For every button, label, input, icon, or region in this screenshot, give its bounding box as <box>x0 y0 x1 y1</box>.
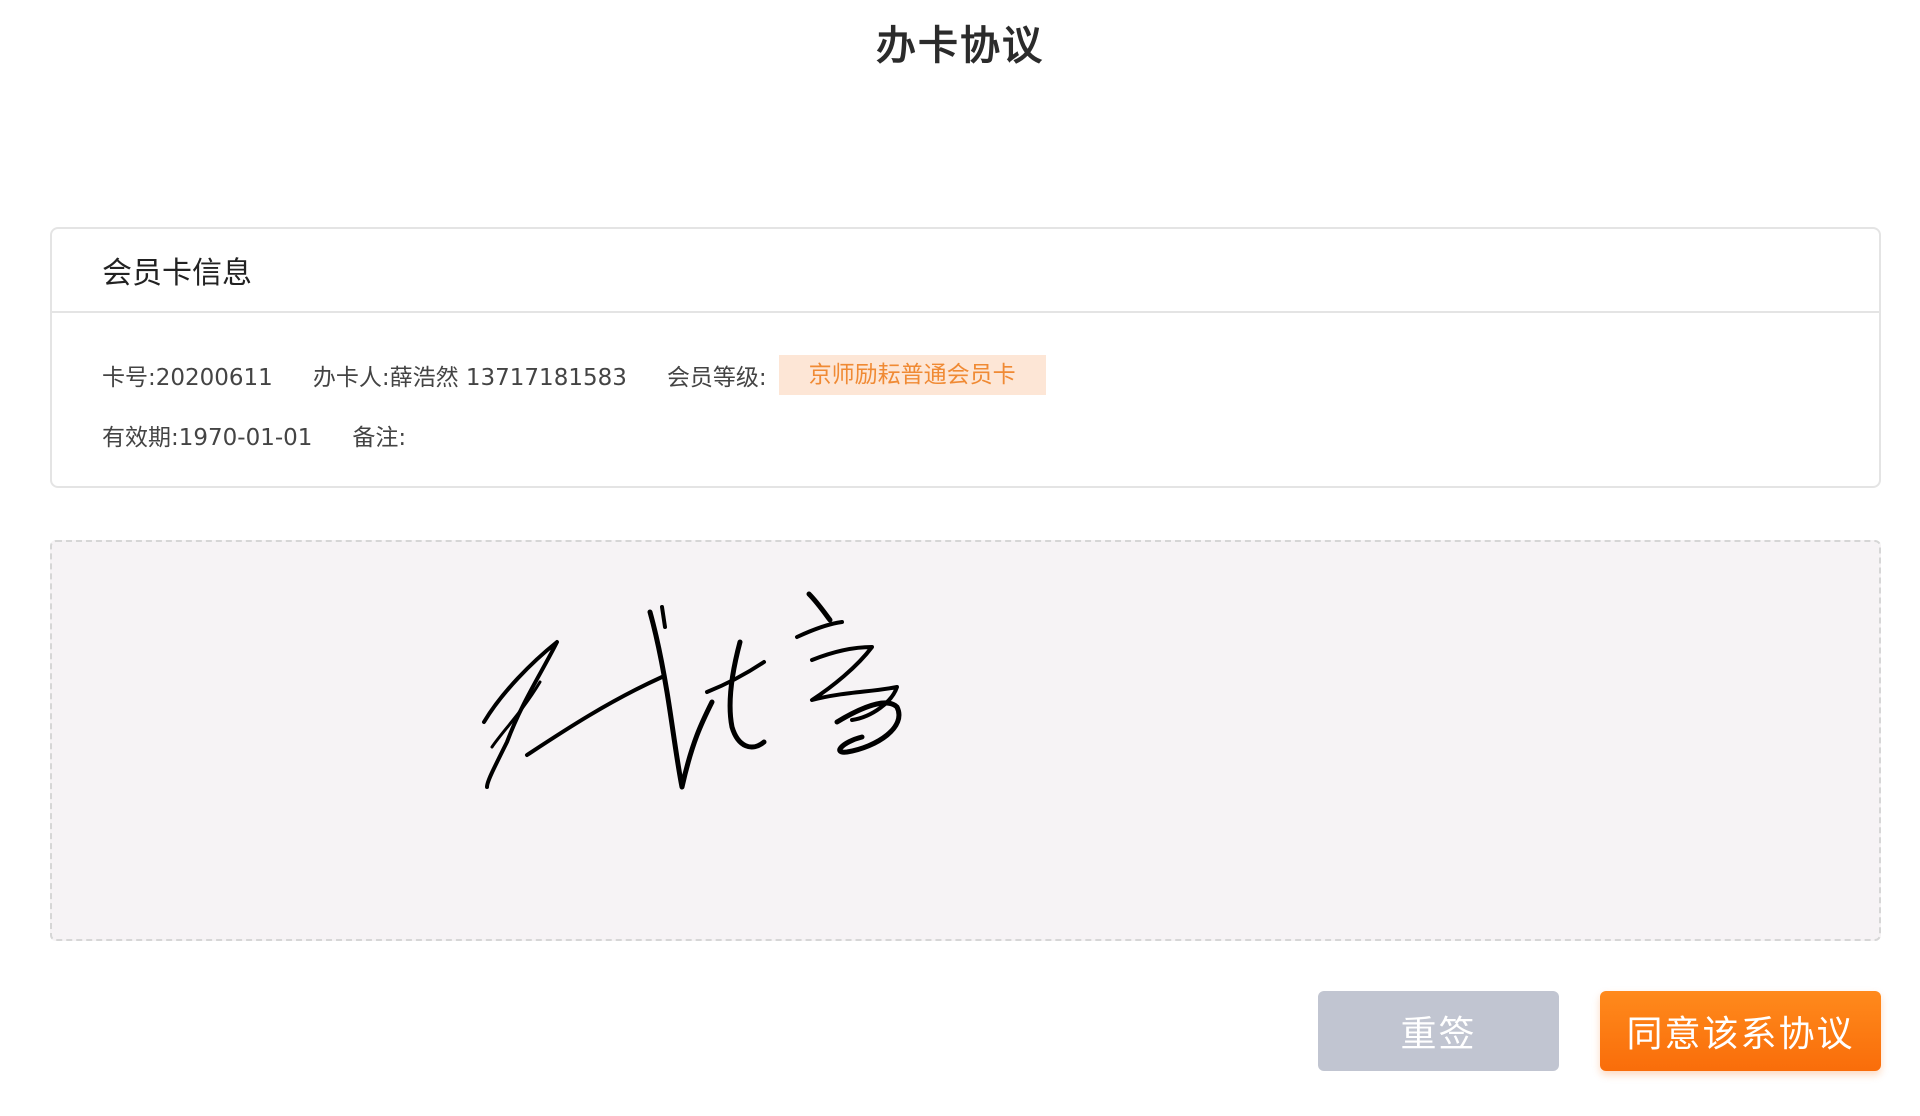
info-row-1: 卡号:20200611 办卡人:薛浩然 13717181583 会员等级: 京师… <box>102 355 1879 395</box>
info-row-2: 有效期:1970-01-01 备注: <box>102 415 1879 455</box>
remark: 备注: <box>352 425 407 451</box>
signature-pad[interactable] <box>50 540 1881 941</box>
info-card-header: 会员卡信息 <box>52 229 1879 313</box>
member-level-label: 会员等级: <box>666 365 767 391</box>
resign-button[interactable]: 重签 <box>1318 991 1559 1071</box>
member-card-info-panel: 会员卡信息 卡号:20200611 办卡人:薛浩然 13717181583 会员… <box>50 227 1881 488</box>
member-level-badge: 京师励耘普通会员卡 <box>778 355 1046 395</box>
info-card-body: 卡号:20200611 办卡人:薛浩然 13717181583 会员等级: 京师… <box>52 313 1879 455</box>
agree-agreement-button[interactable]: 同意该系协议 <box>1600 991 1881 1071</box>
info-card-title: 会员卡信息 <box>102 256 252 291</box>
applicant: 办卡人:薛浩然 13717181583 <box>312 365 627 391</box>
handwritten-signature <box>482 591 902 790</box>
card-number: 卡号:20200611 <box>102 365 273 391</box>
page-title: 办卡协议 <box>876 23 1044 69</box>
validity-date: 有效期:1970-01-01 <box>102 425 313 451</box>
agreement-page: 办卡协议 会员卡信息 卡号:20200611 办卡人:薛浩然 137171815… <box>0 0 1920 1116</box>
